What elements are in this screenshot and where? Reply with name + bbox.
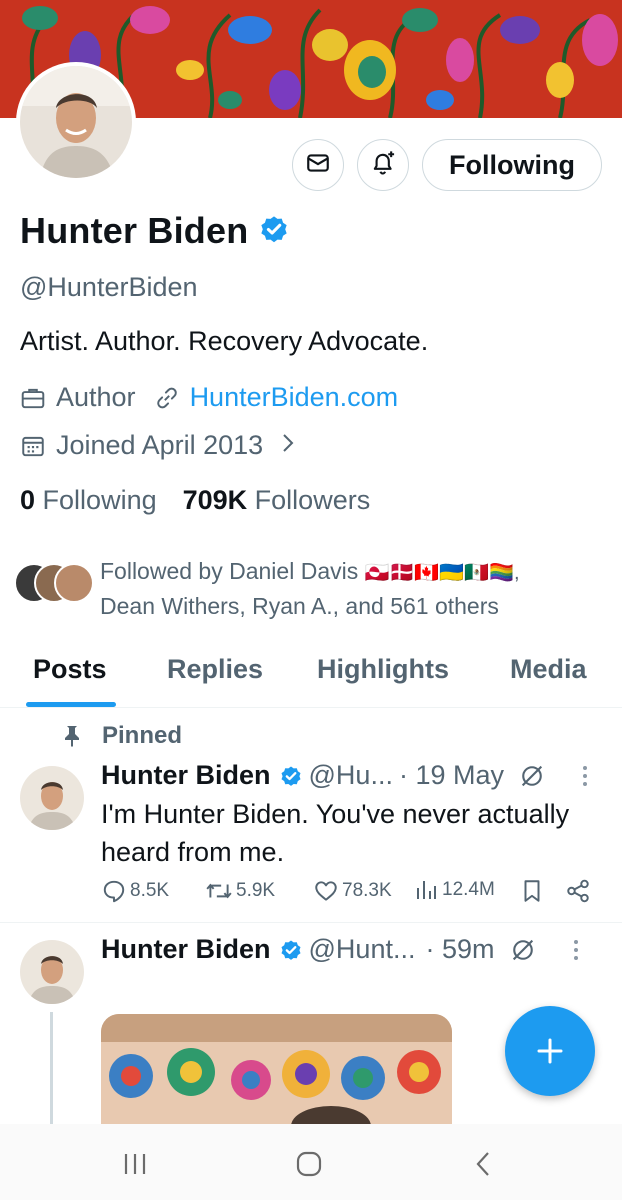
post-author-name[interactable]: Hunter Biden <box>101 760 271 791</box>
briefcase-icon <box>20 385 46 411</box>
mail-icon <box>305 150 331 181</box>
followed-by[interactable]: Followed by Daniel Davis 🇬🇱🇩🇰🇨🇦🇺🇦🇲🇽🏳️‍🌈,… <box>14 555 520 623</box>
tab-media[interactable]: Media <box>510 654 587 685</box>
post-author-name[interactable]: Hunter Biden <box>101 934 271 965</box>
system-navigation-bar <box>0 1124 622 1200</box>
followed-by-avatars <box>14 563 96 605</box>
post-timestamp[interactable]: · 19 May <box>399 760 504 791</box>
active-tab-indicator <box>26 702 116 707</box>
followers-count: 709K <box>182 485 248 515</box>
verified-badge-icon <box>279 938 303 962</box>
profile-handle: @HunterBiden <box>20 272 198 302</box>
thread-line <box>50 1012 53 1124</box>
following-button[interactable]: Following <box>422 139 602 191</box>
pinned-text: Pinned <box>102 722 183 749</box>
avatar <box>54 563 94 603</box>
reply-button[interactable]: 8.5K <box>101 878 169 904</box>
post-avatar[interactable] <box>20 766 84 830</box>
pin-icon <box>62 725 82 747</box>
following-count: 0 <box>20 485 36 515</box>
reply-count: 8.5K <box>130 880 170 901</box>
followed-by-text: Followed by Daniel Davis 🇬🇱🇩🇰🇨🇦🇺🇦🇲🇽🏳️‍🌈,… <box>100 555 520 623</box>
views-count: 12.4M <box>442 879 495 900</box>
pinned-label: Pinned <box>62 722 182 750</box>
post-author-handle: @Hu... <box>308 760 393 790</box>
post-actions: 8.5K 5.9K 78.3K 12.4M <box>101 878 601 912</box>
like-count: 78.3K <box>342 880 392 901</box>
bell-plus-icon <box>369 149 397 182</box>
verified-badge-icon <box>279 764 303 788</box>
back-icon[interactable] <box>463 1144 503 1184</box>
website-link[interactable]: HunterBiden.com <box>190 382 399 413</box>
post-author-handle: @Hunt... <box>308 934 416 964</box>
post-timestamp[interactable]: · 59m <box>425 934 494 965</box>
notifications-button[interactable] <box>357 139 409 191</box>
views-bar-chart-icon <box>415 878 437 902</box>
joined-date: Joined April 2013 <box>56 430 264 460</box>
bookmark-icon <box>521 878 543 904</box>
profile-category: Author <box>56 382 136 412</box>
share-button[interactable] <box>565 878 591 904</box>
recent-apps-icon[interactable] <box>115 1144 155 1184</box>
following-count-link[interactable]: 0 Following <box>20 485 157 516</box>
tab-highlights[interactable]: Highlights <box>317 654 449 685</box>
followed-by-flags: 🇬🇱🇩🇰🇨🇦🇺🇦🇲🇽🏳️‍🌈, <box>364 562 520 584</box>
share-icon <box>565 878 591 904</box>
post-media-image[interactable] <box>101 1014 452 1124</box>
repost-count: 5.9K <box>236 880 276 901</box>
plus-icon <box>535 1036 565 1066</box>
following-label: Following <box>42 485 157 515</box>
followers-count-link[interactable]: 709K Followers <box>183 485 371 516</box>
followers-label: Followers <box>254 485 371 515</box>
message-button[interactable] <box>292 139 344 191</box>
repost-button[interactable]: 5.9K <box>205 878 275 904</box>
follow-counts: 0 Following 709K Followers <box>20 485 370 516</box>
link-icon <box>154 385 180 411</box>
post-avatar[interactable] <box>20 940 84 1004</box>
grok-icon[interactable] <box>518 762 546 790</box>
more-options-icon[interactable] <box>573 939 579 961</box>
home-icon[interactable] <box>289 1144 329 1184</box>
profile-avatar[interactable] <box>16 62 136 182</box>
profile-meta-row: Author HunterBiden.com <box>20 382 398 413</box>
tab-posts[interactable]: Posts <box>33 654 107 685</box>
reply-icon <box>101 878 127 904</box>
calendar-icon <box>20 433 46 459</box>
heart-icon <box>313 878 339 904</box>
repost-icon <box>205 878 233 904</box>
post-header: Hunter Biden @Hunt... · 59m <box>101 934 579 965</box>
chevron-right-icon <box>281 430 295 461</box>
more-options-icon[interactable] <box>582 765 588 787</box>
followed-by-line2: Dean Withers, Ryan A., and 561 others <box>100 593 499 619</box>
compose-post-button[interactable] <box>505 1006 595 1096</box>
grok-icon[interactable] <box>509 936 537 964</box>
profile-bio: Artist. Author. Recovery Advocate. <box>20 326 429 356</box>
post-divider <box>0 922 622 923</box>
profile-name-row: Hunter Biden <box>20 210 290 252</box>
tab-replies[interactable]: Replies <box>167 654 263 685</box>
views-button[interactable]: 12.4M <box>415 878 495 902</box>
verified-badge-icon[interactable] <box>258 213 290 250</box>
like-button[interactable]: 78.3K <box>313 878 392 904</box>
bookmark-button[interactable] <box>521 878 543 904</box>
profile-tabs: Posts Replies Highlights Media <box>0 640 622 708</box>
post-text: I'm Hunter Biden. You've never actually … <box>101 799 570 867</box>
post-header: Hunter Biden @Hu... · 19 May <box>101 760 588 791</box>
profile-display-name: Hunter Biden <box>20 210 249 251</box>
followed-by-line1: Followed by Daniel Davis <box>100 558 359 584</box>
joined-row[interactable]: Joined April 2013 <box>20 430 295 461</box>
